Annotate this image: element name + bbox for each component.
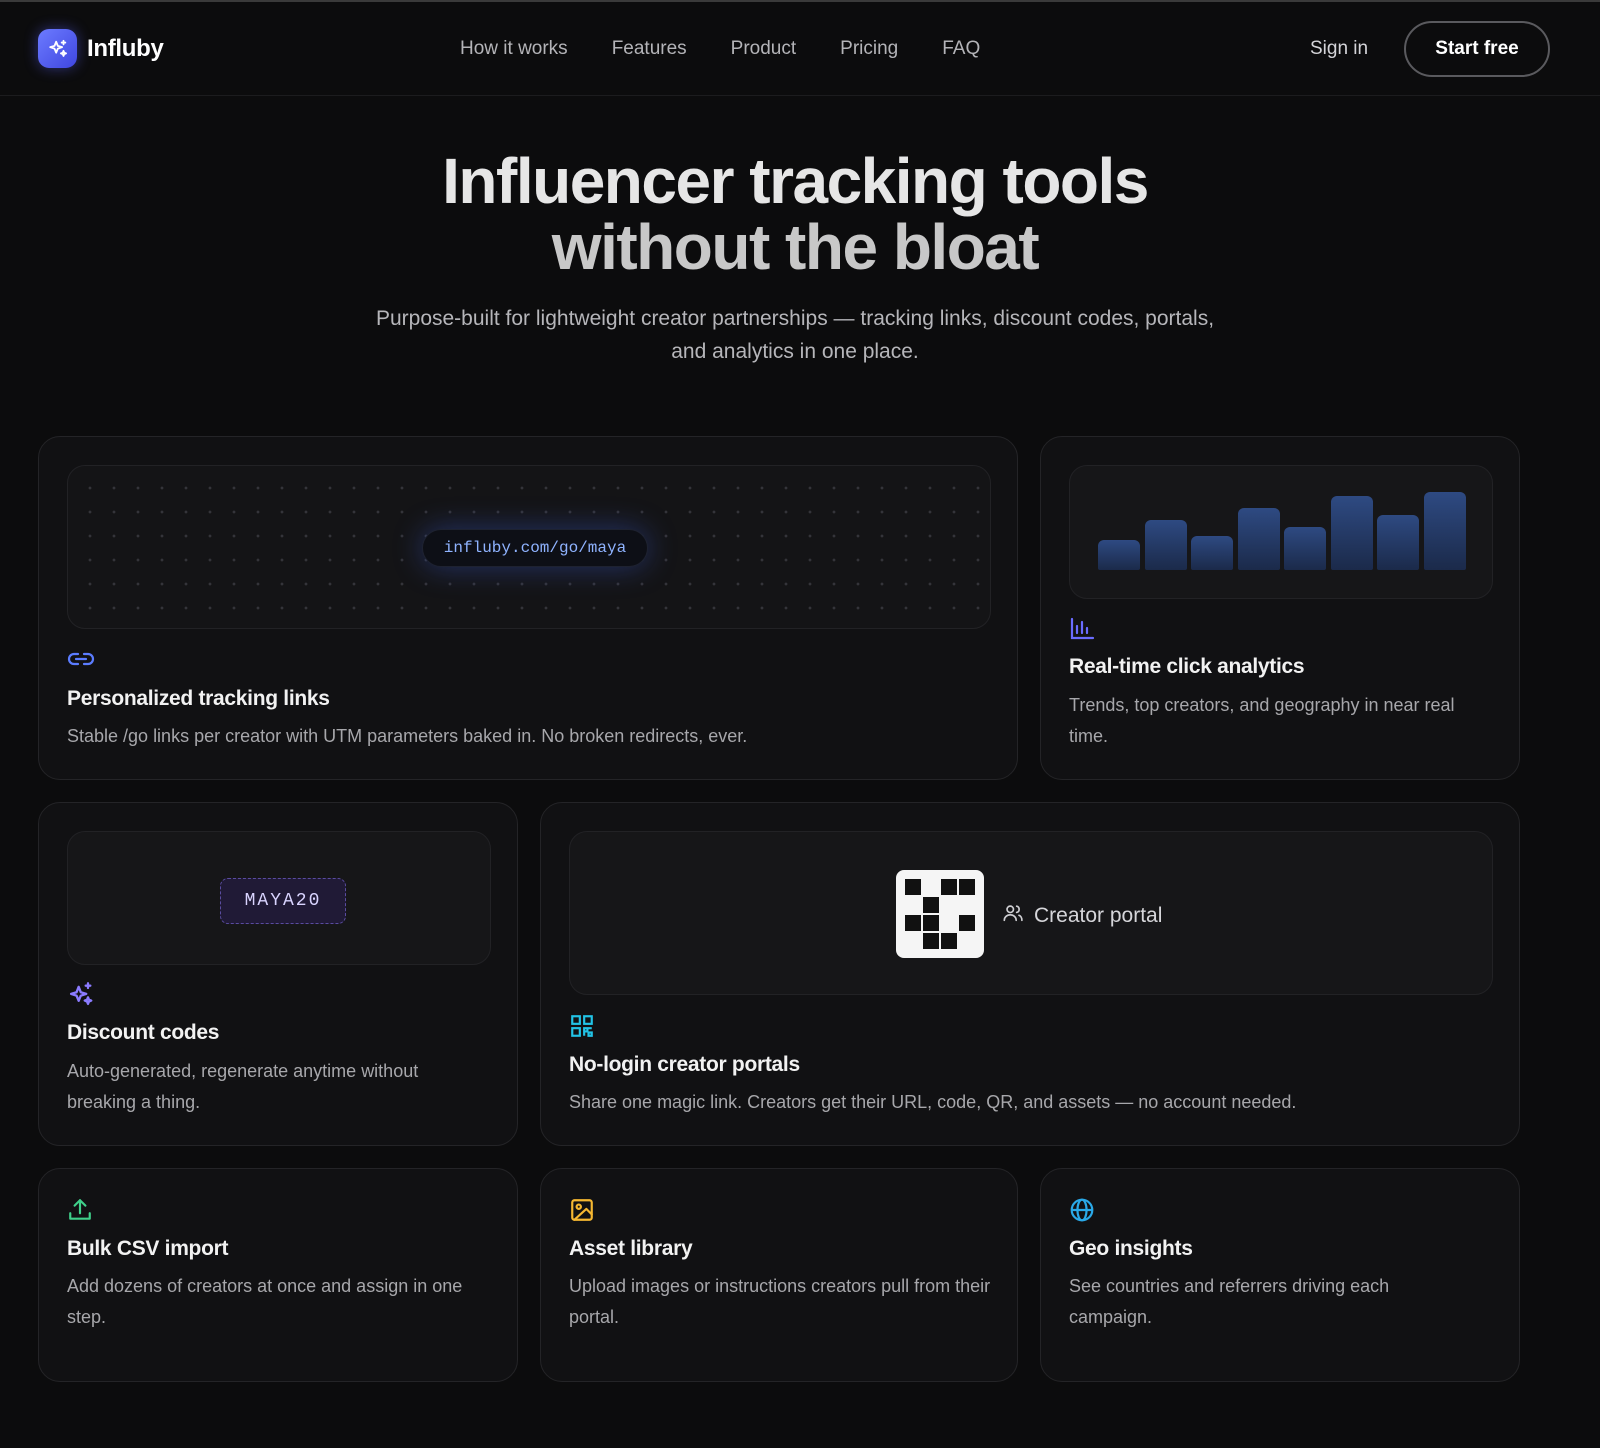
- sparkles-logo-icon: [38, 29, 77, 68]
- users-icon: [1002, 902, 1024, 930]
- hero-title-line-2: without the bloat: [551, 211, 1040, 283]
- card-description: Add dozens of creators at once and assig…: [67, 1276, 463, 1327]
- link-icon: [67, 647, 95, 676]
- creator-portal-preview: Creator portal: [569, 831, 1493, 995]
- card-title: Discount codes: [67, 1021, 220, 1044]
- hero-title: Influencer tracking tools without the bl…: [0, 148, 1590, 280]
- nav-link-pricing[interactable]: Pricing: [840, 38, 898, 60]
- image-icon: [569, 1197, 595, 1228]
- feature-card-asset-library: Asset library Upload images or instructi…: [540, 1168, 1018, 1382]
- hero-subtitle: Purpose-built for lightweight creator pa…: [320, 302, 1270, 368]
- navbar: Influby How it works Features Product Pr…: [0, 2, 1600, 96]
- nav-link-faq[interactable]: FAQ: [942, 38, 980, 60]
- card-title: Geo insights: [1069, 1237, 1193, 1260]
- card-description: Auto-generated, regenerate anytime witho…: [67, 1061, 419, 1112]
- feature-card-creator-portals: Creator portal No-login creator portals …: [540, 802, 1520, 1146]
- feature-card-discount-codes: MAYA20 Discount codes Auto-generated, re…: [38, 802, 518, 1146]
- tracking-url-pill: influby.com/go/maya: [422, 529, 648, 567]
- analytics-bar: [1423, 492, 1466, 570]
- analytics-bar: [1098, 540, 1140, 570]
- analytics-bar: [1284, 527, 1326, 570]
- analytics-bar: [1237, 508, 1280, 570]
- nav-link-features[interactable]: Features: [612, 38, 687, 60]
- brand[interactable]: Influby: [38, 29, 164, 68]
- card-description: Upload images or instructions creators p…: [569, 1276, 991, 1327]
- sign-in-link[interactable]: Sign in: [1310, 38, 1368, 60]
- qr-code-image: [896, 870, 984, 958]
- bar-chart-icon: [1069, 617, 1095, 646]
- card-title: Real-time click analytics: [1069, 655, 1305, 678]
- creator-portal-text: Creator portal: [1034, 904, 1163, 927]
- card-title: Bulk CSV import: [67, 1237, 229, 1260]
- discount-code-preview: MAYA20: [67, 831, 491, 965]
- card-title: Personalized tracking links: [67, 687, 330, 710]
- feature-card-tracking-links: influby.com/go/maya Personalized trackin…: [38, 436, 1018, 780]
- globe-icon: [1069, 1197, 1095, 1228]
- card-description: Stable /go links per creator with UTM pa…: [67, 726, 748, 746]
- tracking-link-preview: influby.com/go/maya: [67, 465, 991, 629]
- hero-subtitle-line-2: and analytics in one place.: [671, 340, 919, 363]
- card-description: Share one magic link. Creators get their…: [569, 1092, 1297, 1112]
- nav-links: How it works Features Product Pricing FA…: [460, 38, 980, 60]
- qr-code-icon: [569, 1013, 595, 1044]
- creator-portal-label: Creator portal: [1002, 902, 1162, 930]
- sparkles-icon: [67, 981, 95, 1014]
- analytics-bar: [1144, 520, 1187, 570]
- discount-code-chip: MAYA20: [220, 878, 346, 924]
- card-description: Trends, top creators, and geography in n…: [1069, 695, 1455, 746]
- start-free-button[interactable]: Start free: [1404, 21, 1550, 77]
- nav-link-how-it-works[interactable]: How it works: [460, 38, 568, 60]
- nav-link-product[interactable]: Product: [731, 38, 796, 60]
- brand-name: Influby: [87, 34, 164, 62]
- feature-card-analytics: Real-time click analytics Trends, top cr…: [1040, 436, 1520, 780]
- card-title: Asset library: [569, 1237, 693, 1260]
- hero-subtitle-line-1: Purpose-built for lightweight creator pa…: [375, 307, 1215, 330]
- feature-card-geo-insights: Geo insights See countries and referrers…: [1040, 1168, 1520, 1382]
- analytics-bar: [1191, 536, 1233, 570]
- analytics-bar: [1377, 515, 1419, 570]
- analytics-bar: [1330, 496, 1373, 570]
- card-description: See countries and referrers driving each…: [1069, 1276, 1390, 1327]
- analytics-bar-chart: [1069, 465, 1493, 599]
- hero-title-line-1: Influencer tracking tools: [442, 145, 1149, 217]
- upload-icon: [67, 1197, 93, 1228]
- card-title: No-login creator portals: [569, 1053, 800, 1076]
- feature-card-bulk-csv: Bulk CSV import Add dozens of creators a…: [38, 1168, 518, 1382]
